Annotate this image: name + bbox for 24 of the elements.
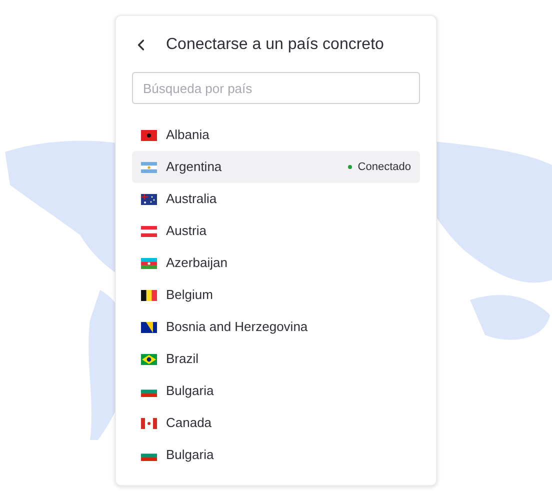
country-name: Argentina — [166, 158, 223, 176]
flag-icon — [141, 130, 157, 140]
flag-icon — [141, 418, 157, 428]
flag-icon — [141, 354, 157, 364]
flag-icon — [141, 226, 157, 236]
country-name: Australia — [166, 190, 218, 208]
flag-icon — [141, 322, 157, 332]
country-name: Bulgaria — [166, 446, 215, 464]
flag-icon — [141, 194, 157, 204]
country-name: Bulgaria — [166, 382, 215, 400]
country-name: Azerbaijan — [166, 254, 228, 272]
country-name: Belgium — [166, 286, 214, 304]
search-field[interactable]: Búsqueda por país — [132, 72, 420, 104]
country-name: Brazil — [166, 350, 200, 368]
flag-icon — [141, 258, 157, 268]
country-name: Bosnia and Herzegovina — [166, 318, 309, 336]
status-label: Conectado — [358, 160, 411, 175]
country-name: Austria — [166, 222, 208, 240]
flag-icon — [141, 162, 157, 172]
dialog-title: Conectarse a un país concreto — [166, 35, 384, 55]
country-name: Canada — [166, 414, 213, 432]
flag-icon — [141, 290, 157, 300]
country-item[interactable]: Argentina Conectado — [132, 151, 420, 183]
country-name: Albania — [166, 126, 210, 144]
